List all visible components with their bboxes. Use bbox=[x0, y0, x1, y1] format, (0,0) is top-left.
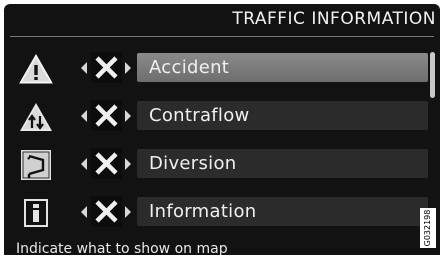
status-text: Indicate what to show on map bbox=[16, 241, 228, 255]
toggle-right-arrow-icon[interactable] bbox=[125, 158, 131, 170]
item-label-box[interactable]: Contraflow bbox=[137, 101, 428, 130]
toggle-left-arrow-icon[interactable] bbox=[81, 62, 87, 74]
contraflow-icon bbox=[20, 103, 52, 131]
x-icon[interactable] bbox=[91, 196, 122, 227]
x-icon[interactable] bbox=[91, 148, 122, 179]
image-code-text: G032198 bbox=[423, 209, 432, 247]
list-item-accident[interactable]: Accident bbox=[4, 50, 428, 88]
item-label: Information bbox=[149, 201, 257, 222]
item-label-box[interactable]: Diversion bbox=[137, 149, 428, 178]
list-item-diversion[interactable]: Diversion bbox=[4, 146, 428, 184]
item-label-box[interactable]: Accident bbox=[137, 53, 428, 82]
toggle-right-arrow-icon[interactable] bbox=[125, 62, 131, 74]
x-icon[interactable] bbox=[91, 52, 122, 83]
list-item-contraflow[interactable]: Contraflow bbox=[4, 98, 428, 136]
toggle-right-arrow-icon[interactable] bbox=[125, 206, 131, 218]
scrollbar-thumb[interactable] bbox=[430, 52, 435, 98]
toggle-left-arrow-icon[interactable] bbox=[81, 206, 87, 218]
traffic-info-screen: TRAFFIC INFORMATION Accident Contraflow … bbox=[4, 4, 440, 255]
list-item-information[interactable]: Information bbox=[4, 194, 428, 232]
title-divider bbox=[10, 36, 434, 37]
item-label-box[interactable]: Information bbox=[137, 197, 428, 226]
toggle-right-arrow-icon[interactable] bbox=[125, 110, 131, 122]
x-icon[interactable] bbox=[91, 100, 122, 131]
diversion-icon bbox=[21, 150, 51, 180]
item-label: Contraflow bbox=[149, 105, 250, 126]
toggle-left-arrow-icon[interactable] bbox=[81, 158, 87, 170]
information-icon bbox=[24, 199, 48, 227]
warning-triangle-icon bbox=[19, 53, 53, 84]
item-label: Accident bbox=[149, 57, 230, 78]
image-code-label: G032198 bbox=[420, 208, 436, 248]
toggle-left-arrow-icon[interactable] bbox=[81, 110, 87, 122]
item-label: Diversion bbox=[149, 153, 237, 174]
page-title: TRAFFIC INFORMATION bbox=[232, 9, 436, 29]
